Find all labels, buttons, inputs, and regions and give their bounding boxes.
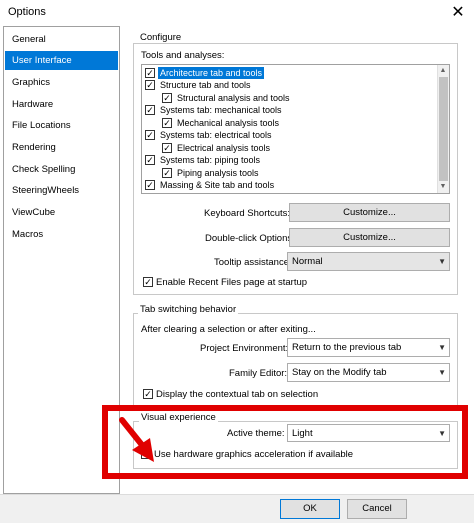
tree-item-label: Systems tab: electrical tools <box>160 130 272 140</box>
family-editor-dropdown[interactable]: Stay on the Modify tab ▼ <box>287 363 450 382</box>
configure-group-label: Configure <box>138 32 184 43</box>
sidebar-item-viewcube[interactable]: ViewCube <box>5 203 118 222</box>
tooltip-assistance-dropdown[interactable]: Normal ▼ <box>287 252 450 271</box>
ok-button[interactable]: OK <box>280 499 340 519</box>
sidebar-item-general[interactable]: General <box>5 30 118 49</box>
tree-item-label: Structural analysis and tools <box>177 93 290 103</box>
tree-checkbox[interactable]: ✓ <box>145 130 155 140</box>
tooltip-assistance-label: Tooltip assistance: <box>214 257 292 268</box>
tree-checkbox[interactable]: ✓ <box>145 105 155 115</box>
double-click-label: Double-click Options: <box>205 233 295 244</box>
sidebar-item-hardware[interactable]: Hardware <box>5 95 118 114</box>
tree-checkbox[interactable]: ✓ <box>145 80 155 90</box>
tab-switching-group-label: Tab switching behavior <box>138 304 239 315</box>
scroll-up-icon[interactable]: ▲ <box>437 65 449 77</box>
sidebar-item-graphics[interactable]: Graphics <box>5 73 118 92</box>
project-environment-label: Project Environment: <box>200 343 289 354</box>
after-clearing-label: After clearing a selection or after exit… <box>141 324 316 335</box>
sidebar-item-macros[interactable]: Macros <box>5 225 118 244</box>
sidebar-item-rendering[interactable]: Rendering <box>5 138 118 157</box>
recent-files-label: Enable Recent Files page at startup <box>156 277 308 288</box>
tree-item-label: Systems tab: piping tools <box>160 155 261 165</box>
contextual-tab-checkbox[interactable]: ✓ <box>143 389 153 399</box>
family-editor-value: Stay on the Modify tab <box>292 367 387 378</box>
tree-checkbox[interactable]: ✓ <box>162 143 172 153</box>
title-bar: Options ✕ <box>0 0 474 26</box>
tree-item-label: Massing & Site tab and tools <box>160 180 275 190</box>
close-icon[interactable]: ✕ <box>447 2 469 24</box>
project-environment-value: Return to the previous tab <box>292 342 402 353</box>
tree-checkbox[interactable]: ✓ <box>162 93 172 103</box>
tree-item-label: Architecture tab and tools <box>158 67 265 79</box>
project-environment-dropdown[interactable]: Return to the previous tab ▼ <box>287 338 450 357</box>
tree-item-label: Systems tab: mechanical tools <box>160 105 282 115</box>
chevron-down-icon: ▼ <box>438 368 446 377</box>
scroll-down-icon[interactable]: ▼ <box>437 181 449 193</box>
tree-item-label: Electrical analysis tools <box>177 143 271 153</box>
chevron-down-icon: ▼ <box>438 343 446 352</box>
recent-files-checkbox[interactable]: ✓ <box>143 277 153 287</box>
sidebar-item-steeringwheels[interactable]: SteeringWheels <box>5 181 118 200</box>
sidebar-item-check-spelling[interactable]: Check Spelling <box>5 160 118 179</box>
tooltip-assistance-value: Normal <box>292 256 323 267</box>
window-title: Options <box>8 6 46 18</box>
tree-checkbox[interactable]: ✓ <box>145 155 155 165</box>
keyboard-shortcuts-label: Keyboard Shortcuts: <box>204 208 291 219</box>
tree-checkbox[interactable]: ✓ <box>162 168 172 178</box>
chevron-down-icon: ▼ <box>438 257 446 266</box>
tree-item-label: Structure tab and tools <box>160 80 251 90</box>
contextual-tab-label: Display the contextual tab on selection <box>156 389 319 400</box>
keyboard-shortcuts-customize-button[interactable]: Customize... <box>289 203 450 222</box>
tools-label: Tools and analyses: <box>141 50 225 61</box>
cancel-button[interactable]: Cancel <box>347 499 407 519</box>
sidebar-item-user-interface[interactable]: User Interface <box>5 51 118 70</box>
tree-checkbox[interactable]: ✓ <box>145 180 155 190</box>
annotation-arrow-icon <box>119 417 154 462</box>
tree-item-label: Piping analysis tools <box>177 168 259 178</box>
double-click-customize-button[interactable]: Customize... <box>289 228 450 247</box>
tree-item-label: Mechanical analysis tools <box>177 118 280 128</box>
tree-checkbox[interactable]: ✓ <box>145 68 155 78</box>
tree-checkbox[interactable]: ✓ <box>162 118 172 128</box>
tree-scrollbar-thumb[interactable] <box>439 77 448 181</box>
sidebar-item-file-locations[interactable]: File Locations <box>5 116 118 135</box>
tools-tree-list[interactable]: ✓ Architecture tab and tools ✓ Structure… <box>141 64 450 194</box>
family-editor-label: Family Editor: <box>229 368 288 379</box>
